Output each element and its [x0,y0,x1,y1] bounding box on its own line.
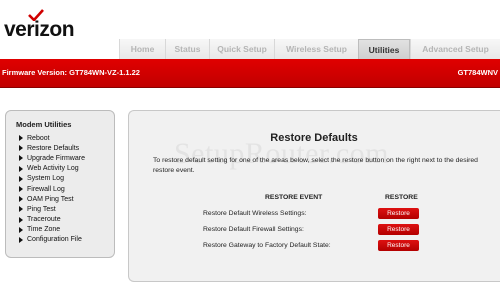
restore-wireless-label: Restore Default Wireless Settings: [203,210,307,217]
arrow-right-icon [19,165,23,172]
restore-factory-button[interactable]: Restore [378,240,419,251]
arrow-right-icon [19,226,23,233]
sidebar-item-firewall-log[interactable]: Firewall Log [19,184,85,194]
sidebar-item-reboot[interactable]: Reboot [19,133,85,143]
sidebar-title: Modem Utilities [16,120,72,129]
page-description: To restore default setting for one of th… [153,157,478,174]
sidebar-item-label: Reboot [27,134,50,142]
verizon-logo: verizon [4,18,75,41]
arrow-right-icon [19,196,23,203]
sidebar-item-label: Restore Defaults [27,144,80,152]
tab-home[interactable]: Home [119,39,165,59]
column-header-restore: RESTORE [385,194,418,201]
tab-quick-setup[interactable]: Quick Setup [209,39,274,59]
sidebar: Modem Utilities Reboot Restore Defaults … [5,110,115,258]
restore-wireless-button[interactable]: Restore [378,208,419,219]
arrow-right-icon [19,206,23,213]
tab-advanced-setup[interactable]: Advanced Setup [410,39,500,59]
sidebar-item-restore-defaults[interactable]: Restore Defaults [19,143,85,153]
tab-wireless-setup[interactable]: Wireless Setup [274,39,358,59]
arrow-right-icon [19,135,23,142]
sidebar-menu: Reboot Restore Defaults Upgrade Firmware… [19,133,85,245]
main-nav-tabs: Home Status Quick Setup Wireless Setup U… [119,39,500,59]
sidebar-item-web-activity-log[interactable]: Web Activity Log [19,164,85,174]
arrow-right-icon [19,145,23,152]
arrow-right-icon [19,175,23,182]
header: verizon Home Status Quick Setup Wireless… [0,0,500,59]
sidebar-item-time-zone[interactable]: Time Zone [19,225,85,235]
sidebar-item-label: Web Activity Log [27,165,79,173]
restore-factory-label: Restore Gateway to Factory Default State… [203,242,331,249]
sidebar-item-system-log[interactable]: System Log [19,174,85,184]
sidebar-item-upgrade-firmware[interactable]: Upgrade Firmware [19,153,85,163]
sidebar-item-oam-ping-test[interactable]: OAM Ping Test [19,194,85,204]
firmware-bar: Firmware Version: GT784WN-VZ-1.1.22 GT78… [0,59,500,88]
sidebar-item-traceroute[interactable]: Traceroute [19,215,85,225]
page-title: Restore Defaults [270,132,358,144]
restore-firewall-button[interactable]: Restore [378,224,419,235]
sidebar-item-label: OAM Ping Test [27,195,74,203]
tab-utilities[interactable]: Utilities [358,39,410,59]
firmware-version: Firmware Version: GT784WN-VZ-1.1.22 [2,68,140,77]
sidebar-item-label: Traceroute [27,216,61,224]
sidebar-item-label: Firewall Log [27,185,65,193]
content-panel: SetupRouter.com Restore Defaults To rest… [128,110,500,282]
arrow-right-icon [19,186,23,193]
restore-firewall-label: Restore Default Firewall Settings: [203,226,304,233]
arrow-right-icon [19,236,23,243]
sidebar-item-label: Ping Test [27,205,56,213]
arrow-right-icon [19,155,23,162]
tab-status[interactable]: Status [165,39,209,59]
arrow-right-icon [19,216,23,223]
sidebar-item-label: System Log [27,175,64,183]
sidebar-item-configuration-file[interactable]: Configuration File [19,235,85,245]
column-header-event: RESTORE EVENT [265,194,323,201]
sidebar-item-label: Configuration File [27,236,82,244]
model-name: GT784WNV [457,68,498,77]
sidebar-item-label: Upgrade Firmware [27,154,85,162]
sidebar-item-ping-test[interactable]: Ping Test [19,204,85,214]
sidebar-item-label: Time Zone [27,226,61,234]
